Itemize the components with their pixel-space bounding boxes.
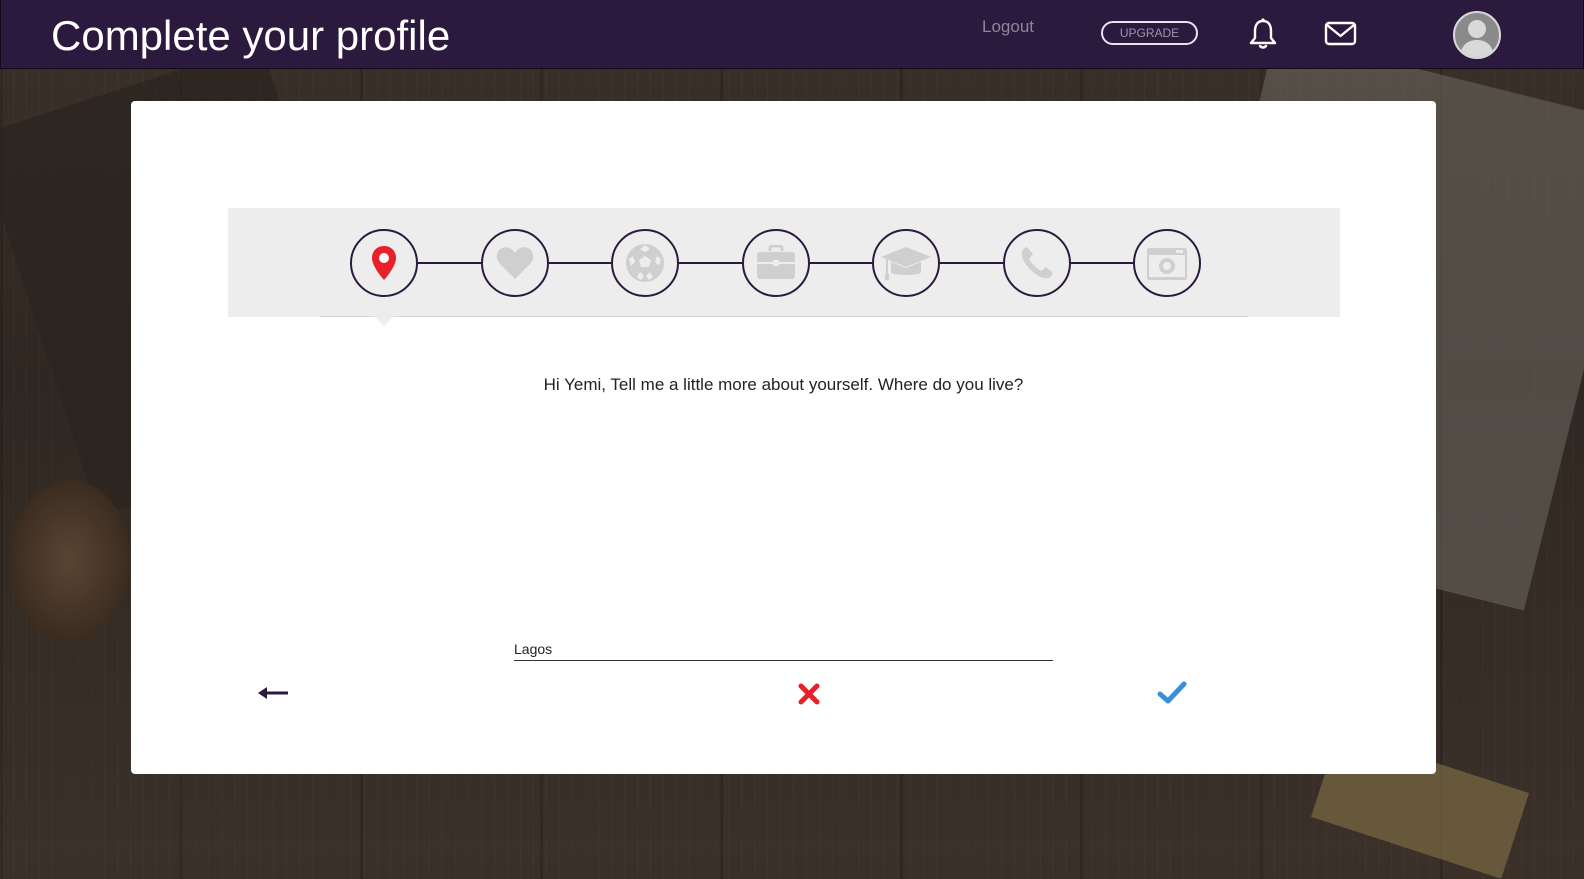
step-work[interactable] [742, 229, 810, 297]
soccer-ball-icon [626, 244, 664, 282]
profile-question: Hi Yemi, Tell me a little more about you… [543, 375, 1024, 394]
heart-icon [496, 247, 534, 279]
mail-icon[interactable] [1324, 20, 1357, 48]
phone-icon [1021, 247, 1053, 279]
profile-stepper [228, 208, 1340, 326]
user-avatar[interactable] [1453, 11, 1501, 59]
map-pin-icon [372, 246, 396, 280]
page-title: Complete your profile [51, 12, 451, 59]
user-icon [1460, 20, 1494, 57]
graduation-cap-icon [881, 247, 931, 280]
back-button[interactable] [256, 681, 292, 705]
profile-card: Hi Yemi, Tell me a little more about you… [131, 101, 1436, 774]
upgrade-button[interactable]: UPGRADE [1101, 21, 1198, 45]
briefcase-icon [757, 245, 795, 279]
bell-icon[interactable] [1248, 17, 1278, 51]
cancel-button[interactable] [795, 681, 823, 707]
logout-link[interactable]: Logout [982, 17, 1034, 37]
arrow-left-icon [258, 687, 288, 699]
step-sports[interactable] [611, 229, 679, 297]
checkmark-icon [1157, 681, 1187, 704]
step-contact[interactable] [1003, 229, 1071, 297]
active-step-pointer [374, 306, 394, 326]
camera-icon [1147, 248, 1187, 280]
step-location[interactable] [350, 229, 418, 297]
step-interests[interactable] [481, 229, 549, 297]
step-photo[interactable] [1133, 229, 1201, 297]
confirm-button[interactable] [1156, 679, 1188, 707]
top-header: Complete your profile Logout UPGRADE [0, 0, 1584, 69]
stepper-divider [320, 316, 1248, 317]
location-input[interactable] [514, 638, 1053, 661]
step-education[interactable] [872, 229, 940, 297]
close-icon [798, 683, 820, 705]
